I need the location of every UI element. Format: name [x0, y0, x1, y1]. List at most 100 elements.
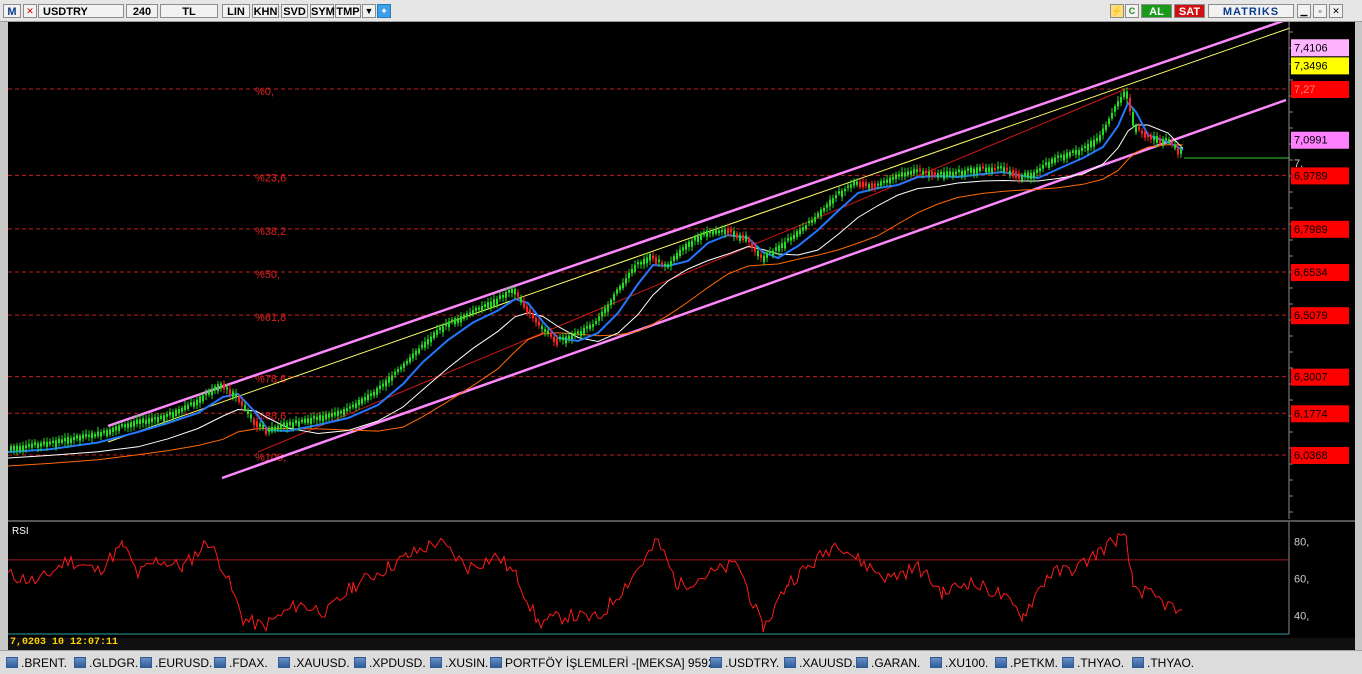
candle-body	[934, 172, 936, 176]
candle-body	[1000, 166, 1002, 169]
candle-body	[112, 427, 114, 433]
candle-body	[580, 330, 582, 337]
candle-body	[223, 383, 225, 390]
candle-body	[43, 441, 45, 445]
candle-body	[289, 421, 291, 426]
candle-body	[436, 329, 438, 335]
svd-button[interactable]: SVD	[281, 4, 308, 18]
chart-window-icon	[278, 657, 290, 668]
candle-body	[1129, 97, 1131, 112]
matriks-logo-button[interactable]: M	[3, 4, 21, 18]
candle-body	[565, 336, 567, 344]
candle-body	[736, 233, 738, 239]
candle-body	[391, 375, 393, 381]
maximize-icon[interactable]: ▫	[1313, 4, 1327, 18]
scale-button[interactable]: LIN	[222, 4, 250, 18]
taskbar-item[interactable]: .THYAO.	[1062, 655, 1124, 671]
twitter-icon[interactable]: ✦	[377, 4, 391, 18]
taskbar-item[interactable]: PORTFÖY İŞLEMLERİ -[MEKSA] 95928	[490, 655, 721, 671]
compare-icon[interactable]: ✕	[23, 4, 37, 18]
candle-body	[442, 325, 444, 333]
candle-body	[388, 376, 390, 383]
candle-body	[358, 399, 360, 406]
candle-body	[571, 334, 573, 340]
candle-body	[70, 438, 72, 444]
candle-body	[712, 231, 714, 235]
taskbar-item[interactable]: .GARAN.	[856, 655, 920, 671]
rsi-tick-label: 80,	[1294, 536, 1309, 548]
buy-button[interactable]: AL	[1141, 4, 1172, 18]
candle-body	[469, 312, 471, 315]
close-icon[interactable]: ✕	[1329, 4, 1343, 18]
candle-body	[355, 403, 357, 408]
candle-body	[217, 384, 219, 392]
chart-refresh-icon[interactable]: C	[1125, 4, 1139, 18]
chart-window-icon	[430, 657, 442, 668]
price-label: 6,0368	[1294, 450, 1328, 462]
candle-body	[418, 348, 420, 354]
candle-body	[1117, 101, 1119, 107]
taskbar-item-label: .THYAO.	[1147, 656, 1195, 670]
taskbar-item[interactable]: .XPDUSD.	[354, 655, 426, 671]
taskbar-item[interactable]: .XAUUSD.	[278, 655, 350, 671]
period-field[interactable]: 240	[126, 4, 158, 18]
taskbar-item[interactable]: .XUSIN.	[430, 655, 488, 671]
candle-body	[229, 388, 231, 396]
sell-button[interactable]: SAT	[1174, 4, 1205, 18]
candle-body	[673, 256, 675, 261]
price-label: 7,0991	[1294, 135, 1328, 147]
currency-field[interactable]: TL	[160, 4, 218, 18]
candle-body	[361, 398, 363, 404]
fib-label: %0,	[255, 86, 274, 98]
candle-body	[1069, 152, 1071, 157]
chart-window-icon	[1062, 657, 1074, 668]
sym-button[interactable]: SYM	[310, 4, 335, 18]
candle-body	[1054, 157, 1056, 163]
candle-body	[775, 247, 777, 251]
taskbar-item[interactable]: .PETKM.	[995, 655, 1058, 671]
candle-body	[88, 434, 90, 437]
candle-body	[385, 380, 387, 387]
candle-body	[904, 172, 906, 177]
taskbar-item-label: .XUSIN.	[445, 656, 489, 670]
candle-body	[646, 257, 648, 264]
tmp-button[interactable]: TMP	[335, 4, 361, 18]
minimize-icon[interactable]: ▁	[1297, 4, 1311, 18]
rsi-tick-label: 40,	[1294, 610, 1309, 622]
taskbar-item[interactable]: .XAUUSD.	[784, 655, 856, 671]
candle-body	[244, 404, 246, 410]
candle-body	[910, 170, 912, 175]
candle-body	[79, 435, 81, 441]
chart-area[interactable]: %0, %23,6 %38,2 %50, %61,8 %78,6 %88,6 %100, 7,…	[7, 18, 1355, 638]
candle-body	[529, 309, 531, 314]
candle-body	[964, 170, 966, 176]
taskbar-item[interactable]: .THYAO.	[1132, 655, 1194, 671]
candle-body	[241, 401, 243, 406]
price-label: 6,6534	[1294, 267, 1328, 279]
dropdown-icon[interactable]: ▼	[362, 4, 376, 18]
candle-body	[1060, 155, 1062, 158]
taskbar-item[interactable]: .BRENT.	[6, 655, 67, 671]
candle-body	[1123, 91, 1125, 98]
khn-button[interactable]: KHN	[252, 4, 279, 18]
candle-body	[553, 336, 555, 343]
refresh-icon[interactable]: ⚡	[1110, 4, 1124, 18]
candle-body	[220, 383, 222, 389]
candle-body	[886, 179, 888, 183]
candle-body	[1036, 169, 1038, 174]
candle-body	[250, 414, 252, 419]
price-chart[interactable]: %0,%23,6%38,2%50,%61,8%78,6%88,6%100, 7,…	[7, 18, 1355, 638]
candle-body	[487, 302, 489, 308]
taskbar-item[interactable]: .EURUSD.	[140, 655, 212, 671]
taskbar-item[interactable]: .USDTRY.	[710, 655, 779, 671]
taskbar-item[interactable]: .GLDGR.	[74, 655, 138, 671]
candle-body	[37, 443, 39, 448]
symbol-field[interactable]: USDTRY	[38, 4, 124, 18]
candle-body	[922, 170, 924, 175]
taskbar-item[interactable]: .XU100.	[930, 655, 988, 671]
taskbar-item[interactable]: .FDAX.	[214, 655, 268, 671]
candle-body	[451, 319, 453, 322]
fib-label: %38,2	[255, 226, 286, 238]
candle-body	[97, 431, 99, 437]
candle-body	[1018, 173, 1020, 179]
